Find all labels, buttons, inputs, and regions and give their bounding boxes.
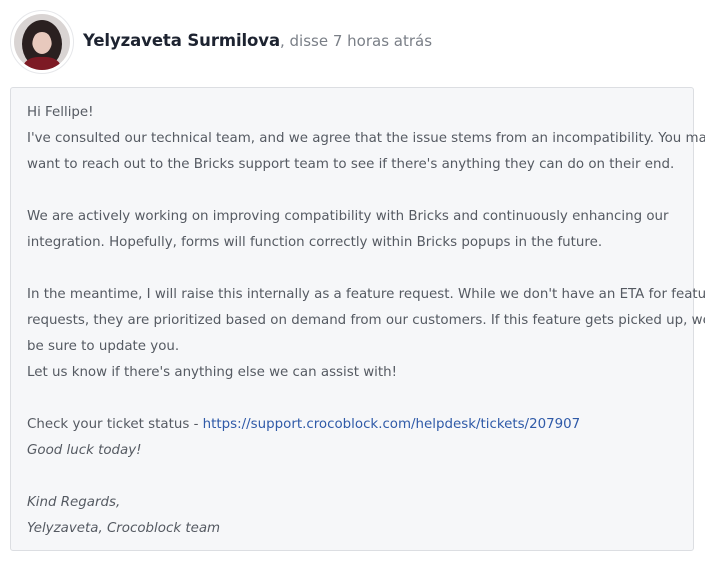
ticket-status-label: Check your ticket status - <box>27 417 203 432</box>
paragraph-3-line-1: In the meantime, I will raise this inter… <box>27 287 705 302</box>
good-luck-line: Good luck today! <box>27 443 142 458</box>
sign-off-line: Kind Regards, <box>27 495 121 510</box>
message-body: Hi Fellipe! I've consulted our technical… <box>10 87 705 551</box>
post-header: Yelyzaveta Surmilova, disse 7 horas atrá… <box>83 28 432 54</box>
paragraph-1-line-2: want to reach out to the Bricks support … <box>27 157 675 172</box>
paragraph-2-line-2: integration. Hopefully, forms will funct… <box>27 235 603 250</box>
paragraph-2-line-1: We are actively working on improving com… <box>27 209 669 224</box>
avatar[interactable] <box>10 10 74 74</box>
paragraph-3-line-2: requests, they are prioritized based on … <box>27 313 705 328</box>
signature-line: Yelyzaveta, Crocoblock team <box>27 521 221 536</box>
ticket-status-line: Check your ticket status - https://suppo… <box>27 412 677 438</box>
paragraph-3-line-3: be sure to update you. <box>27 339 180 354</box>
ticket-link[interactable]: https://support.crocoblock.com/helpdesk/… <box>203 417 581 432</box>
avatar-photo-icon <box>14 14 70 70</box>
paragraph-3-line-4: Let us know if there's anything else we … <box>27 365 398 380</box>
greeting-line: Hi Fellipe! <box>27 105 94 120</box>
author-name[interactable]: Yelyzaveta Surmilova <box>83 31 280 50</box>
post-meta: , disse 7 horas atrás <box>279 32 433 50</box>
paragraph-1-line-1: I've consulted our technical team, and w… <box>27 131 705 146</box>
